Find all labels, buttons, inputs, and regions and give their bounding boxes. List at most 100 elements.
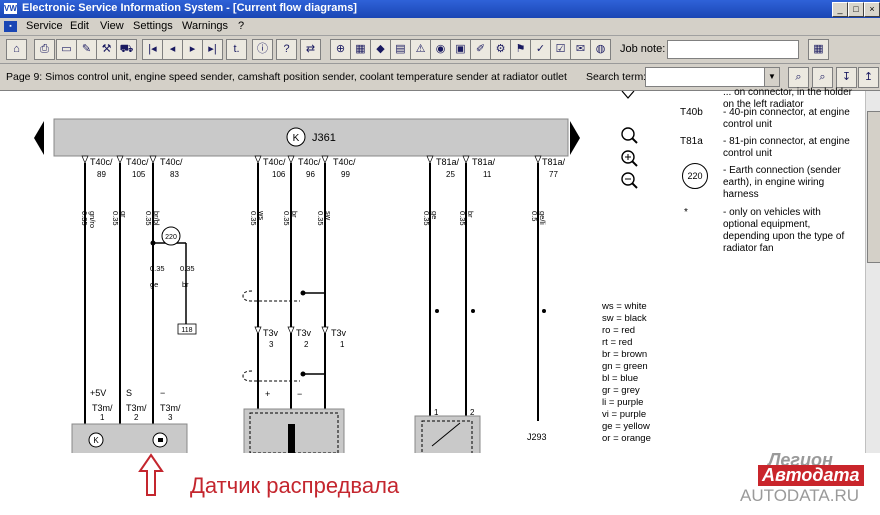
conn-7: T81a/ 11 0.35 br (458, 155, 496, 421)
print-icon[interactable]: ⎙ (34, 39, 55, 60)
search-label: Search term: (586, 71, 647, 83)
t3v-pin: 3 (269, 340, 274, 349)
branch-size: 0.35 (180, 264, 195, 273)
zoom-tool-icon (621, 127, 638, 144)
earth-label: 220 (165, 234, 177, 241)
tools-icon[interactable]: ✎ (76, 39, 97, 60)
t3m-pin: 1 (100, 413, 105, 422)
wire-size: 0.35 (316, 211, 325, 226)
search-back-icon[interactable]: ↥ (858, 67, 879, 88)
gear-car-icon[interactable]: ⚙ (490, 39, 511, 60)
catalog-icon[interactable]: ▤ (390, 39, 411, 60)
chevron-down-icon[interactable]: ▼ (764, 68, 779, 86)
menu-edit[interactable]: Edit (70, 20, 89, 32)
swap-icon[interactable]: ⇄ (300, 39, 321, 60)
t3m-pin: 3 (168, 413, 173, 422)
notes-icon[interactable]: ✉ (570, 39, 591, 60)
wire-color: br (466, 211, 475, 218)
search-icon[interactable]: ⌕ (788, 67, 809, 88)
exit-icon[interactable]: ⌂ (6, 39, 27, 60)
ref-box: 118 (181, 327, 192, 334)
menu-settings[interactable]: Settings (133, 20, 173, 32)
document-icon[interactable]: ▭ (56, 39, 77, 60)
j293-label: J293 (527, 432, 547, 442)
branch-color: br (182, 280, 189, 289)
maximize-button[interactable]: □ (848, 2, 864, 17)
legend-row: ge = yellow (602, 421, 650, 432)
wire-size: 0.35 (144, 211, 153, 226)
control-unit-symbol: K (293, 133, 300, 144)
menu-bar: ▪ Service Edit View Settings Warnings ? (0, 18, 880, 36)
t3m-code: T3m/ (160, 403, 181, 413)
globe-icon[interactable]: ◍ (590, 39, 611, 60)
search-forward-icon[interactable]: ↧ (836, 67, 857, 88)
first-page-icon[interactable]: |◂ (142, 39, 163, 60)
check-icon[interactable]: ☑ (550, 39, 571, 60)
red-arrow-icon (138, 453, 164, 496)
branch-color: ge (150, 280, 158, 289)
legend-row: ro = red (602, 325, 636, 336)
wire-size: 0.35 (249, 211, 258, 226)
jump-icon[interactable]: t. (226, 39, 247, 60)
conn-pin: 25 (446, 170, 455, 179)
conn-code: T40c/ (298, 157, 321, 167)
sender-pin: 2 (470, 408, 475, 417)
t3v-code: T3v (331, 328, 347, 338)
close-button[interactable]: × (864, 2, 880, 17)
job-note-input[interactable] (667, 40, 799, 59)
module-icon[interactable]: ▦ (350, 39, 371, 60)
component-icon[interactable]: ⊕ (330, 39, 351, 60)
checklist-icon[interactable]: ✓ (530, 39, 551, 60)
prev-page-icon[interactable]: ◂ (162, 39, 183, 60)
conn-code: T40c/ (263, 157, 286, 167)
wire-color: ge (430, 211, 439, 219)
bus-icon[interactable]: ▣ (450, 39, 471, 60)
warning-icon[interactable]: ⚠ (410, 39, 431, 60)
question-icon[interactable]: ? (276, 39, 297, 60)
wrench-icon[interactable]: ⚒ (96, 39, 117, 60)
menu-help[interactable]: ? (238, 20, 244, 32)
note-text: - 81-pin connector, at engine control un… (723, 136, 850, 159)
toolbar: ⌂ ⎙ ▭ ✎ ⚒ ⛟ |◂ ◂ ▸ ▸| t. ⓘ ? ⇄ ⊕ ▦ ◆ ▤ ⚠… (0, 36, 880, 64)
t3v-row: T3v 3 T3v 2 T3v 1 (254, 326, 347, 349)
watermark-logo: Легион Автодата AUTODATA.RU (728, 450, 878, 510)
conn-pin: 106 (272, 170, 286, 179)
wiring-diagram: K J361 T40c/ 89 0.35 gn/ro T40c/ 105 0.3… (0, 87, 865, 453)
legend-row: or = orange (602, 433, 651, 444)
watermark-line3: AUTODATA.RU (740, 486, 860, 505)
menu-view[interactable]: View (100, 20, 124, 32)
menu-warnings[interactable]: Warnings (182, 20, 228, 32)
legend-row: gn = green (602, 361, 648, 372)
window-title: Electronic Service Information System - … (22, 2, 357, 14)
note-code: * (684, 207, 688, 218)
conn-6: T81a/ 25 0.35 ge (422, 155, 460, 421)
conn-pin: 11 (483, 170, 492, 179)
legend-row: ws = white (602, 301, 647, 312)
minimize-button[interactable]: _ (832, 2, 848, 17)
last-page-icon[interactable]: ▸| (202, 39, 223, 60)
conn-code: T40c/ (333, 157, 356, 167)
control-unit-box (53, 118, 569, 157)
car-icon[interactable]: ⛟ (116, 39, 137, 60)
clipboard-icon[interactable]: ▦ (808, 39, 829, 60)
conn-pin: 105 (132, 170, 146, 179)
t3m-sign: S (126, 388, 132, 398)
pen-icon[interactable]: ✐ (470, 39, 491, 60)
scrollbar-thumb[interactable] (867, 111, 880, 263)
vertical-scrollbar[interactable] (865, 91, 880, 453)
note-code: 220 (682, 163, 708, 189)
job-note-label: Job note: (620, 43, 666, 55)
seat-icon[interactable]: ◉ (430, 39, 451, 60)
book-icon[interactable]: ◆ (370, 39, 391, 60)
info-icon[interactable]: ⓘ (252, 39, 273, 60)
next-page-icon[interactable]: ▸ (182, 39, 203, 60)
search-next-icon[interactable]: ⌕ (812, 67, 833, 88)
cart-icon[interactable]: ⚑ (510, 39, 531, 60)
conn-pin: 77 (549, 170, 558, 179)
menu-service[interactable]: Service (26, 20, 63, 32)
t3v-code: T3v (263, 328, 279, 338)
conn-5: T40c/ 99 0.35 sw (316, 155, 356, 421)
wire-color: gn/ro (88, 211, 97, 228)
mid-sign: − (297, 389, 302, 399)
search-input[interactable]: ▼ (645, 67, 780, 87)
